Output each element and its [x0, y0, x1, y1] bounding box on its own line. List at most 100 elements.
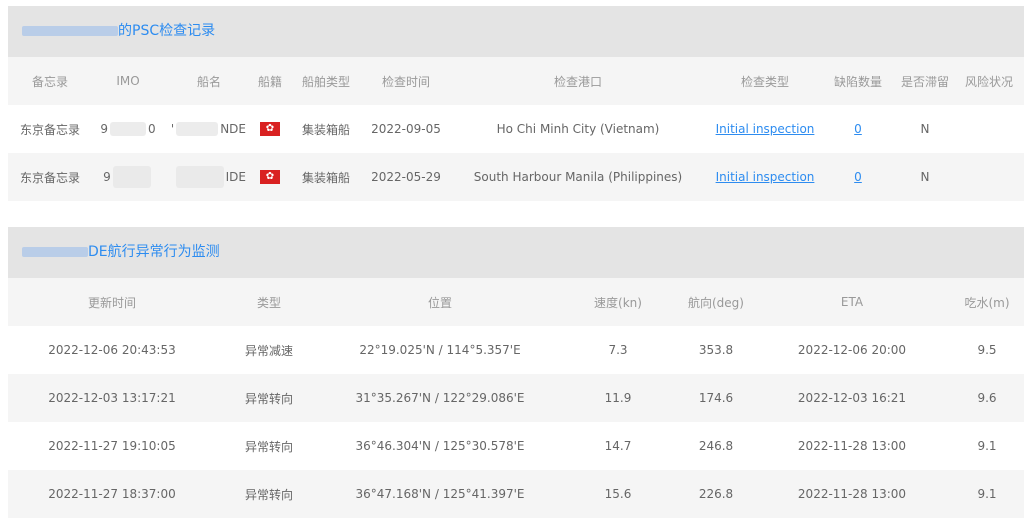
draft-cell: 9.1 [977, 487, 997, 501]
eta-cell: 2022-11-28 13:00 [797, 439, 907, 453]
ship-name-suffix: NDE [220, 122, 246, 136]
position-cell: 36°46.304'N / 125°30.578'E [355, 439, 525, 453]
defects-cell: 0 [820, 153, 896, 201]
detained-cell: N [920, 122, 930, 136]
inspection-type-link[interactable]: Initial inspection [716, 170, 815, 184]
draft-cell: 9.6 [977, 391, 997, 405]
position-cell: 36°47.168'N / 125°41.397'E [355, 487, 525, 501]
ship-name-redacted [175, 166, 224, 188]
eta-cell: 2022-11-28 13:00 [797, 487, 907, 501]
psc-table-header: 备忘录 IMO 船名 船籍 船舶类型 检查时间 检查港口 检查类型 缺陷数量 是… [8, 57, 1024, 105]
table-row: 2022-11-27 19:10:05 异常转向 36°46.304'N / 1… [8, 422, 1024, 470]
type-cell: 异常转向 [244, 487, 293, 502]
detained-cell: N [920, 170, 930, 184]
col-header-detained: 是否滞留 [900, 74, 949, 89]
defects-link[interactable]: 0 [854, 170, 862, 184]
col-header-update-time: 更新时间 [87, 295, 136, 310]
ship-name-suffix: IDE [225, 170, 246, 184]
psc-panel-header: 的PSC检查记录 [8, 6, 1024, 57]
hong-kong-flag-icon: ✿ [260, 170, 280, 184]
speed-cell: 11.9 [604, 391, 632, 405]
flag-cell: ✿ [254, 153, 286, 201]
col-header-speed: 速度(kn) [594, 295, 642, 310]
position-cell: 22°19.025'N / 114°5.357'E [359, 343, 521, 357]
redacted-ship-name [22, 247, 88, 257]
memo-cell: 东京备忘录 [19, 170, 80, 185]
imo-cell: 90 [92, 105, 164, 153]
speed-cell: 14.7 [604, 439, 632, 453]
type-cell: 异常转向 [244, 439, 293, 454]
update-time-cell: 2022-12-06 20:43:53 [48, 343, 176, 357]
imo-redacted [112, 166, 151, 188]
psc-title-text: 的PSC检查记录 [118, 23, 216, 39]
flag-cell: ✿ [254, 105, 286, 153]
abnormal-panel-header: DE航行异常行为监测 [8, 227, 1024, 278]
imo-prefix: 9 [103, 170, 111, 184]
ship-type-cell: 集装箱船 [301, 122, 350, 137]
col-header-port: 检查港口 [553, 74, 602, 89]
col-header-course: 航向(deg) [688, 295, 744, 310]
col-header-inspection-type: 检查类型 [740, 74, 789, 89]
col-header-imo: IMO [116, 74, 140, 88]
col-header-inspection-date: 检查时间 [381, 74, 430, 89]
col-header-eta: ETA [840, 295, 864, 309]
col-header-draft: 吃水(m) [964, 295, 1010, 310]
ship-name-redacted [176, 122, 219, 136]
eta-cell: 2022-12-03 16:21 [797, 391, 907, 405]
imo-prefix: 9 [100, 122, 108, 136]
type-cell: 异常转向 [244, 391, 293, 406]
col-header-risk: 风险状况 [964, 74, 1013, 89]
risk-cell [954, 105, 1024, 153]
abnormal-title-text: DE航行异常行为监测 [88, 244, 220, 260]
table-row: 2022-11-27 18:37:00 异常转向 36°47.168'N / 1… [8, 470, 1024, 518]
imo-suffix: 0 [148, 122, 156, 136]
imo-redacted [110, 122, 146, 136]
port-cell: South Harbour Manila (Philippines) [473, 170, 683, 184]
inspection-type-cell: Initial inspection [710, 105, 820, 153]
course-cell: 246.8 [698, 439, 734, 453]
speed-cell: 7.3 [608, 343, 628, 357]
col-header-defects: 缺陷数量 [833, 74, 882, 89]
col-header-name: 船名 [196, 74, 221, 89]
redacted-ship-name [22, 26, 118, 36]
defects-cell: 0 [820, 105, 896, 153]
table-row: 2022-12-03 13:17:21 异常转向 31°35.267'N / 1… [8, 374, 1024, 422]
course-cell: 226.8 [698, 487, 734, 501]
update-time-cell: 2022-12-03 13:17:21 [48, 391, 176, 405]
col-header-ship-type: 船舶类型 [301, 74, 350, 89]
eta-cell: 2022-12-06 20:00 [797, 343, 907, 357]
position-cell: 31°35.267'N / 122°29.086'E [355, 391, 525, 405]
ship-name-cell: ' NDE [164, 105, 254, 153]
course-cell: 174.6 [698, 391, 734, 405]
col-header-position: 位置 [427, 295, 452, 310]
update-time-cell: 2022-11-27 18:37:00 [48, 487, 176, 501]
abnormal-panel-title: DE航行异常行为监测 [22, 227, 220, 278]
psc-panel-title: 的PSC检查记录 [22, 6, 215, 57]
col-header-flag: 船籍 [257, 74, 282, 89]
table-row: 东京备忘录 9 IDE ✿ 集装箱船 2022-05-29 South Harb… [8, 153, 1024, 201]
table-row: 2022-12-06 20:43:53 异常减速 22°19.025'N / 1… [8, 326, 1024, 374]
memo-cell: 东京备忘录 [19, 122, 80, 137]
type-cell: 异常减速 [244, 343, 293, 358]
draft-cell: 9.1 [977, 439, 997, 453]
inspection-type-cell: Initial inspection [710, 153, 820, 201]
imo-cell: 9 [92, 153, 164, 201]
hong-kong-flag-icon: ✿ [260, 122, 280, 136]
ship-name-cell: IDE [164, 153, 254, 201]
course-cell: 353.8 [698, 343, 734, 357]
update-time-cell: 2022-11-27 19:10:05 [48, 439, 176, 453]
port-cell: Ho Chi Minh City (Vietnam) [496, 122, 660, 136]
ship-type-cell: 集装箱船 [301, 170, 350, 185]
col-header-type: 类型 [256, 295, 281, 310]
ship-name-prefix: ' [170, 122, 175, 136]
defects-link[interactable]: 0 [854, 122, 862, 136]
col-header-memo: 备忘录 [31, 74, 68, 89]
inspection-type-link[interactable]: Initial inspection [716, 122, 815, 136]
abnormal-table-header: 更新时间 类型 位置 速度(kn) 航向(deg) ETA 吃水(m) [8, 278, 1024, 326]
table-row: 东京备忘录 90 ' NDE ✿ 集装箱船 2022-09-05 Ho Chi M… [8, 105, 1024, 153]
inspection-date-cell: 2022-09-05 [371, 122, 441, 136]
inspection-date-cell: 2022-05-29 [371, 170, 441, 184]
draft-cell: 9.5 [977, 343, 997, 357]
risk-cell [954, 153, 1024, 201]
speed-cell: 15.6 [604, 487, 632, 501]
